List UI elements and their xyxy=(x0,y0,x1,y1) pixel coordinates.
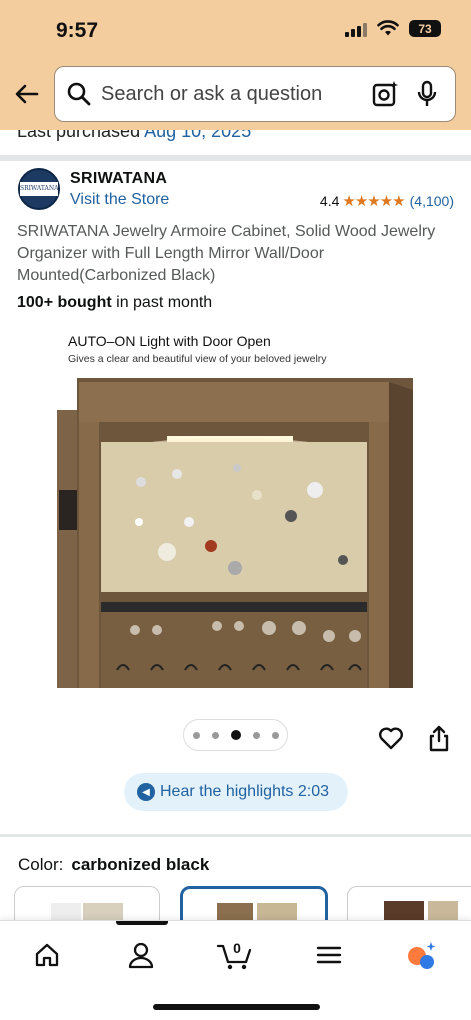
header-bar: 9:57 73 Search or ask a question xyxy=(0,0,471,130)
section-divider xyxy=(0,834,471,837)
product-image[interactable] xyxy=(57,330,413,688)
last-purchased-row: Last purchased Aug 10, 2025 xyxy=(0,130,471,152)
cart-icon: 0 xyxy=(216,940,252,970)
status-time: 9:57 xyxy=(56,19,99,42)
cart-count: 0 xyxy=(233,940,241,956)
rating-count[interactable]: (4,100) xyxy=(410,193,454,209)
rufus-ai-icon xyxy=(408,942,436,969)
speaker-icon: ◀ xyxy=(137,783,155,801)
search-placeholder: Search or ask a question xyxy=(101,82,323,105)
wifi-icon xyxy=(377,20,399,36)
search-input[interactable]: Search or ask a question xyxy=(54,66,456,122)
carousel-indicator[interactable] xyxy=(183,719,288,751)
carousel-dot[interactable] xyxy=(192,731,200,739)
brand-logo[interactable]: SRIWATANA xyxy=(18,168,60,210)
bought-info: 100+ bought in past month xyxy=(17,294,213,311)
back-arrow-icon[interactable] xyxy=(13,80,41,108)
account-icon xyxy=(128,942,154,969)
hear-highlights-button[interactable]: ◀ Hear the highlights 2:03 xyxy=(124,773,348,811)
section-divider xyxy=(0,155,471,161)
carousel-dot[interactable] xyxy=(252,731,260,739)
home-icon xyxy=(35,943,59,967)
image-heading: AUTO–ON Light with Door Open xyxy=(68,333,271,349)
nav-active-indicator xyxy=(116,921,168,925)
share-icon[interactable] xyxy=(428,724,450,752)
nav-rufus-ai[interactable] xyxy=(402,935,442,975)
camera-lens-icon[interactable] xyxy=(371,79,401,109)
brand-name: SRIWATANA xyxy=(70,170,168,187)
battery-icon: 73 xyxy=(409,20,441,37)
bottom-nav: 0 xyxy=(0,920,471,1020)
nav-account[interactable] xyxy=(121,935,161,975)
carousel-dot[interactable] xyxy=(271,731,279,739)
color-label: Color: xyxy=(18,855,64,874)
heart-icon[interactable] xyxy=(378,725,404,751)
microphone-icon[interactable] xyxy=(415,79,439,109)
nav-cart[interactable]: 0 xyxy=(214,935,254,975)
last-purchased-date[interactable]: Aug 10, 2025 xyxy=(144,130,251,141)
product-title: SRIWATANA Jewelry Armoire Cabinet, Solid… xyxy=(17,223,436,284)
home-indicator-bar xyxy=(153,1004,320,1010)
nav-menu[interactable] xyxy=(309,935,349,975)
rating-value: 4.4 xyxy=(319,193,340,209)
carousel-dot[interactable] xyxy=(211,731,219,739)
rating-stars-icon: ★★★★★ xyxy=(342,193,405,210)
status-icons: 73 xyxy=(345,20,441,37)
color-selector: Color: carbonized black xyxy=(18,855,209,875)
last-purchased-label: Last purchased xyxy=(17,130,141,141)
menu-icon xyxy=(316,946,342,964)
hear-highlights-label: Hear the highlights 2:03 xyxy=(160,783,329,800)
nav-home[interactable] xyxy=(27,935,67,975)
carousel-dot-active[interactable] xyxy=(230,730,241,740)
rating-summary[interactable]: 4.4 ★★★★★ (4,100) xyxy=(320,192,454,210)
color-value: carbonized black xyxy=(71,855,210,874)
visit-store-link[interactable]: Visit the Store xyxy=(70,191,169,209)
search-icon xyxy=(67,82,91,106)
cellular-signal-icon xyxy=(345,21,367,37)
image-subheading: Gives a clear and beautiful view of your… xyxy=(68,353,327,365)
